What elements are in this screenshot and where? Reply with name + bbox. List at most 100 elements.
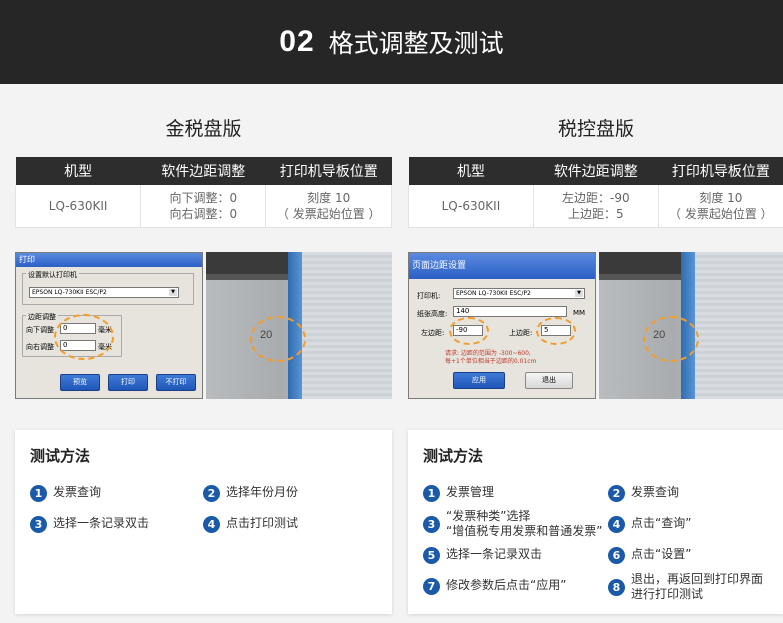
section-title: 格式调整及测试 — [328, 29, 504, 58]
highlight-circle — [449, 317, 489, 345]
cell-adjust: 向下调整：0 向右调整：0 — [140, 185, 267, 228]
step-number: 7 — [423, 578, 440, 595]
guide-scale: 刻度 10 — [699, 190, 743, 205]
cell-model: LQ-630KII — [14, 185, 142, 228]
margin-group-label: 边距调整 — [26, 312, 58, 322]
step-text: 进行打印测试 — [631, 587, 704, 601]
top-margin-label: 上边距: — [509, 329, 533, 337]
section-banner: 02 格式调整及测试 — [0, 0, 783, 84]
step-text: 选择一条记录双击 — [446, 547, 543, 561]
step-text: 修改参数后点击“应用” — [446, 578, 567, 592]
header-guide: 打印机导板位置 — [265, 157, 392, 185]
screenshots-row: 页面边距设置 打印机: EPSON LQ-730KII ESC/P2 ▼ 纸张高… — [408, 252, 783, 399]
printer-select[interactable]: EPSON LQ-730KII ESC/P2 ▼ — [29, 287, 179, 298]
highlight-circle — [54, 314, 114, 360]
table-row: LQ-630KII 向下调整：0 向右调整：0 刻度 10 （ 发票起始位置 ） — [14, 185, 392, 228]
chevron-down-icon: ▼ — [169, 289, 177, 296]
list-item: 5 选择一条记录双击 — [423, 547, 542, 564]
adjust-top: 上边距：5 — [567, 206, 624, 221]
header-adjust: 软件边距调整 — [533, 157, 659, 185]
step-number: 5 — [423, 547, 440, 564]
height-unit: MM — [573, 309, 586, 317]
printer-photo: 20 — [599, 252, 783, 399]
dialog-title: 页面边距设置 — [409, 253, 595, 279]
step-number: 2 — [203, 485, 220, 502]
highlight-circle — [536, 317, 576, 345]
card-title: 测试方法 — [30, 447, 91, 465]
step-text: 发票管理 — [446, 485, 495, 499]
adjust-right: 向右调整：0 — [169, 206, 238, 221]
guide-scale: 刻度 10 — [307, 190, 351, 205]
page-margin-dialog: 页面边距设置 打印机: EPSON LQ-730KII ESC/P2 ▼ 纸张高… — [408, 252, 596, 399]
section-number: 02 — [279, 25, 315, 58]
step-number: 4 — [203, 516, 220, 533]
list-item: 7 修改参数后点击“应用” — [423, 578, 566, 595]
list-item: 6 点击“设置” — [608, 547, 691, 564]
step-text: 点击打印测试 — [226, 516, 299, 530]
step-text: 选择年份月份 — [226, 485, 299, 499]
no-print-button[interactable]: 不打印 — [156, 374, 196, 391]
step-number: 8 — [608, 579, 625, 596]
guide-note: （ 发票起始位置 ） — [276, 206, 381, 221]
list-item: 8 退出，再返回到打印界面 进行打印测试 — [608, 572, 763, 602]
print-dialog: 打印 设置默认打印机 EPSON LQ-730KII ESC/P2 ▼ 边距调整… — [15, 252, 203, 399]
list-item: 1 发票管理 — [423, 485, 494, 502]
list-item: 4 点击“查询” — [608, 516, 691, 533]
card-title: 测试方法 — [423, 447, 484, 465]
list-item: 3 选择一条记录双击 — [30, 516, 149, 533]
exit-button[interactable]: 退出 — [525, 372, 573, 389]
step-number: 3 — [30, 516, 47, 533]
print-button[interactable]: 打印 — [108, 374, 148, 391]
step-text: “增值税专用发票和普通发票” — [446, 524, 603, 538]
highlight-circle — [250, 316, 306, 362]
dialog-title: 打印 — [16, 253, 202, 267]
step-text: 退出，再返回到打印界面 — [631, 572, 764, 586]
preview-button[interactable]: 预览 — [60, 374, 100, 391]
test-method-card: 测试方法 1 发票查询 2 选择年份月份 3 选择一条记录双击 4 点击打印测试 — [15, 430, 392, 614]
step-text: “发票种类”选择 — [446, 509, 531, 523]
step-text: 发票查询 — [631, 485, 680, 499]
guide-note: （ 发票起始位置 ） — [669, 206, 773, 221]
left-margin-label: 左边距: — [421, 329, 445, 337]
screenshots-row: 打印 设置默认打印机 EPSON LQ-730KII ESC/P2 ▼ 边距调整… — [15, 252, 392, 399]
step-text: 选择一条记录双击 — [53, 516, 150, 530]
step-number: 6 — [608, 547, 625, 564]
chevron-down-icon: ▼ — [575, 290, 583, 297]
column-title: 金税盘版 — [165, 118, 242, 140]
step-text: 点击“设置” — [631, 547, 692, 561]
paper-sheet — [302, 252, 392, 399]
printer-select-value: EPSON LQ-730KII ESC/P2 — [32, 289, 107, 296]
step-number: 1 — [30, 485, 47, 502]
cell-guide: 刻度 10 （ 发票起始位置 ） — [265, 185, 392, 228]
printer-photo: 20 — [206, 252, 392, 399]
column-title: 税控盘版 — [557, 118, 634, 140]
header-model: 机型 — [15, 157, 141, 185]
header-adjust: 软件边距调整 — [140, 157, 266, 185]
adjust-left: 左边距：-90 — [562, 190, 630, 205]
list-item: 2 选择年份月份 — [203, 485, 298, 502]
height-label: 纸张高度: — [417, 310, 448, 318]
height-input[interactable]: 140 — [453, 306, 567, 317]
adjust-down: 向下调整：0 — [169, 190, 238, 205]
list-item: 1 发票查询 — [30, 485, 101, 502]
step-text: 发票查询 — [53, 485, 102, 499]
step-number: 3 — [423, 516, 440, 533]
paper-sheet — [695, 252, 783, 399]
down-label: 向下调整 — [26, 326, 54, 334]
header-guide: 打印机导板位置 — [658, 157, 783, 185]
cell-model: LQ-630KII — [408, 185, 534, 228]
right-label: 向右调整 — [26, 343, 54, 351]
list-item: 2 发票查询 — [608, 485, 679, 502]
header-model: 机型 — [408, 157, 534, 185]
spec-table: 机型 软件边距调整 打印机导板位置 LQ-630KII 左边距：-90 上边距：… — [408, 157, 783, 228]
cell-guide: 刻度 10 （ 发票起始位置 ） — [658, 185, 783, 228]
apply-button[interactable]: 应用 — [453, 372, 505, 389]
step-number: 2 — [608, 485, 625, 502]
step-number: 1 — [423, 485, 440, 502]
table-row: LQ-630KII 左边距：-90 上边距：5 刻度 10 （ 发票起始位置 ） — [408, 185, 783, 228]
highlight-circle — [643, 316, 699, 362]
test-method-card: 测试方法 1 发票管理 2 发票查询 3 “发票种类”选择 “增值税专用发票和普… — [408, 430, 783, 614]
printer-select[interactable]: EPSON LQ-730KII ESC/P2 ▼ — [453, 288, 585, 299]
list-item: 3 “发票种类”选择 “增值税专用发票和普通发票” — [423, 509, 602, 539]
cell-adjust: 左边距：-90 上边距：5 — [533, 185, 659, 228]
